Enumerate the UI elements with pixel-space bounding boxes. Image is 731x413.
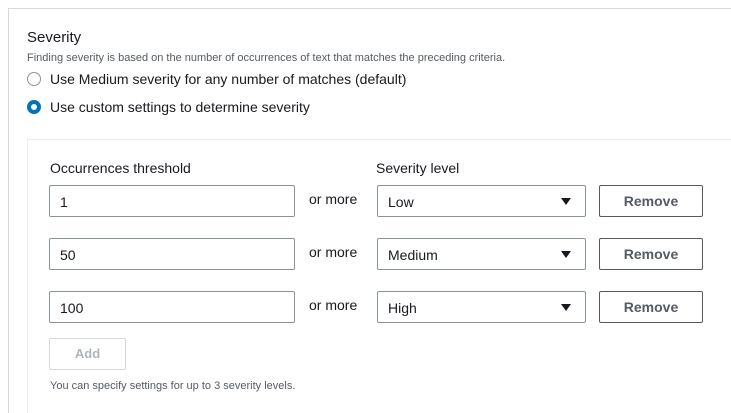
radio-unchecked-icon[interactable] [27, 72, 41, 86]
caret-down-icon [561, 304, 571, 311]
or-more-label: or more [309, 191, 358, 207]
severity-description: Finding severity is based on the number … [27, 52, 506, 64]
severity-level-select[interactable]: High [377, 291, 586, 323]
severity-level-value: Low [388, 194, 414, 210]
severity-level-value: Medium [388, 247, 438, 263]
threshold-input[interactable]: 50 [49, 238, 295, 270]
severity-level-value: High [388, 300, 417, 316]
add-button[interactable]: Add [49, 338, 126, 370]
radio-checked-icon[interactable] [27, 100, 41, 114]
remove-button[interactable]: Remove [599, 238, 703, 270]
radio-default-severity[interactable]: Use Medium severity for any number of ma… [27, 71, 406, 87]
custom-settings-panel [27, 139, 731, 413]
threshold-input[interactable]: 100 [49, 291, 295, 323]
radio-custom-severity[interactable]: Use custom settings to determine severit… [27, 99, 310, 115]
radio-label-custom: Use custom settings to determine severit… [50, 99, 310, 115]
severity-level-header: Severity level [376, 160, 460, 176]
remove-button[interactable]: Remove [599, 291, 703, 323]
threshold-input[interactable]: 1 [49, 185, 295, 217]
severity-level-select[interactable]: Low [377, 185, 586, 217]
occurrences-threshold-header: Occurrences threshold [50, 160, 191, 176]
severity-level-select[interactable]: Medium [377, 238, 586, 270]
remove-button[interactable]: Remove [599, 185, 703, 217]
or-more-label: or more [309, 297, 358, 313]
radio-label-default: Use Medium severity for any number of ma… [50, 71, 407, 87]
or-more-label: or more [309, 244, 358, 260]
caret-down-icon [561, 251, 571, 258]
caret-down-icon [561, 198, 571, 205]
severity-title: Severity [27, 29, 82, 46]
limit-note: You can specify settings for up to 3 sev… [50, 380, 296, 392]
